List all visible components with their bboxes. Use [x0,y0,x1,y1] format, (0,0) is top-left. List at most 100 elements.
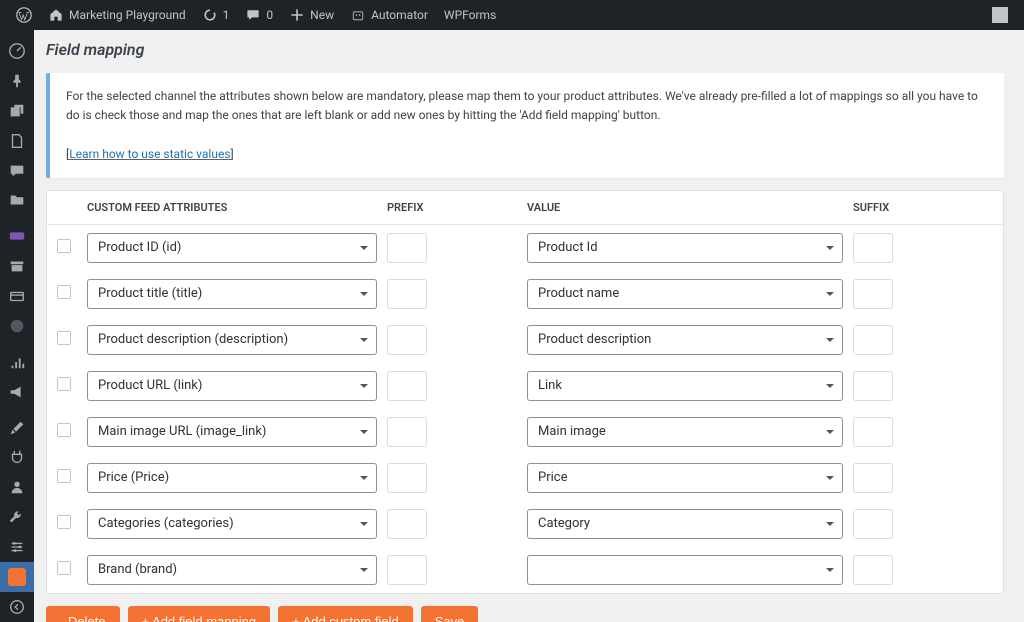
attr-select[interactable]: Product title (title) [87,279,377,309]
page-icon [8,132,26,150]
sidebar-pin[interactable] [0,66,34,96]
sidebar-marketing[interactable] [0,377,34,407]
sidebar-tools[interactable] [0,502,34,532]
suffix-input[interactable] [853,509,893,539]
suffix-input[interactable] [853,325,893,355]
brush-icon [8,419,26,437]
sidebar-appearance[interactable] [0,413,34,443]
comment-icon [245,7,261,23]
media-icon [8,102,26,120]
house-icon [48,7,64,23]
prefix-input[interactable] [387,371,427,401]
value-select[interactable]: Product description [527,325,843,355]
chevron-down-icon [826,430,834,434]
row-checkbox[interactable] [57,239,71,253]
sidebar-user-avatar[interactable] [0,311,34,341]
sidebar-settings[interactable] [0,532,34,562]
prefix-input[interactable] [387,509,427,539]
sidebar-payments[interactable] [0,281,34,311]
new-link[interactable]: New [281,0,342,30]
admin-sidebar [0,30,34,622]
sidebar-collapse[interactable] [0,592,34,622]
attr-select[interactable]: Brand (brand) [87,555,377,585]
value-select[interactable]: Main image [527,417,843,447]
sidebar-feed[interactable] [0,562,34,592]
row-checkbox[interactable] [57,377,71,391]
sidebar-pages[interactable] [0,126,34,156]
prefix-input[interactable] [387,325,427,355]
attr-select[interactable]: Product description (description) [87,325,377,355]
plus-icon [289,7,305,23]
table-row: Product description (description) Produc… [47,317,1003,363]
row-checkbox[interactable] [57,515,71,529]
chevron-down-icon [360,384,368,388]
attr-value: Product title (title) [98,286,202,301]
updates-link[interactable]: 1 [194,0,238,30]
suffix-input[interactable] [853,233,893,263]
attr-select[interactable]: Main image URL (image_link) [87,417,377,447]
sidebar-products[interactable] [0,251,34,281]
table-row: Brand (brand) [47,547,1003,593]
attr-select[interactable]: Price (Price) [87,463,377,493]
suffix-input[interactable] [853,371,893,401]
attr-select[interactable]: Product ID (id) [87,233,377,263]
prefix-input[interactable] [387,233,427,263]
sidebar-plugins[interactable] [0,443,34,473]
suffix-input[interactable] [853,463,893,493]
save-button[interactable]: Save [421,606,479,622]
feed-icon [8,568,26,586]
sidebar-media[interactable] [0,96,34,126]
value-select[interactable]: Price [527,463,843,493]
prefix-input[interactable] [387,279,427,309]
value-select[interactable]: Product Id [527,233,843,263]
analytics-icon [8,353,26,371]
row-checkbox[interactable] [57,331,71,345]
add-custom-button[interactable]: + Add custom field [278,606,413,622]
chevron-down-icon [826,476,834,480]
value-value: Product name [538,286,619,301]
sidebar-users[interactable] [0,472,34,502]
value-value: Product Id [538,240,598,255]
row-checkbox[interactable] [57,285,71,299]
wpforms-link[interactable]: WPForms [436,0,504,30]
chevron-down-icon [826,384,834,388]
sliders-icon [8,538,26,556]
attr-select[interactable]: Categories (categories) [87,509,377,539]
sidebar-dashboard[interactable] [0,36,34,66]
table-row: Product ID (id) Product Id [47,225,1003,271]
value-value: Price [538,470,567,485]
sidebar-comments[interactable] [0,156,34,186]
value-select[interactable]: Link [527,371,843,401]
learn-link[interactable]: Learn how to use static values [69,147,230,161]
wp-logo[interactable] [8,0,40,30]
suffix-input[interactable] [853,417,893,447]
prefix-input[interactable] [387,555,427,585]
user-menu[interactable] [984,0,1016,30]
row-checkbox[interactable] [57,469,71,483]
chevron-down-icon [826,246,834,250]
sidebar-analytics[interactable] [0,347,34,377]
value-select[interactable]: Product name [527,279,843,309]
page-title: Field mapping [46,40,1004,59]
attr-value: Categories (categories) [98,516,234,531]
value-select[interactable] [527,555,843,585]
row-checkbox[interactable] [57,561,71,575]
attr-select[interactable]: Product URL (link) [87,371,377,401]
value-value: Main image [538,424,606,439]
row-checkbox[interactable] [57,423,71,437]
suffix-input[interactable] [853,279,893,309]
delete-button[interactable]: - Delete [46,606,120,622]
prefix-input[interactable] [387,417,427,447]
chevron-down-icon [360,246,368,250]
sidebar-woo[interactable] [0,221,34,251]
circle-icon [8,317,26,335]
value-select[interactable]: Category [527,509,843,539]
add-mapping-button[interactable]: + Add field mapping [128,606,271,622]
prefix-input[interactable] [387,463,427,493]
suffix-input[interactable] [853,555,893,585]
comments-link[interactable]: 0 [237,0,281,30]
sidebar-projects[interactable] [0,185,34,215]
automator-link[interactable]: Automator [342,0,436,30]
value-value: Product description [538,332,651,347]
site-link[interactable]: Marketing Playground [40,0,194,30]
